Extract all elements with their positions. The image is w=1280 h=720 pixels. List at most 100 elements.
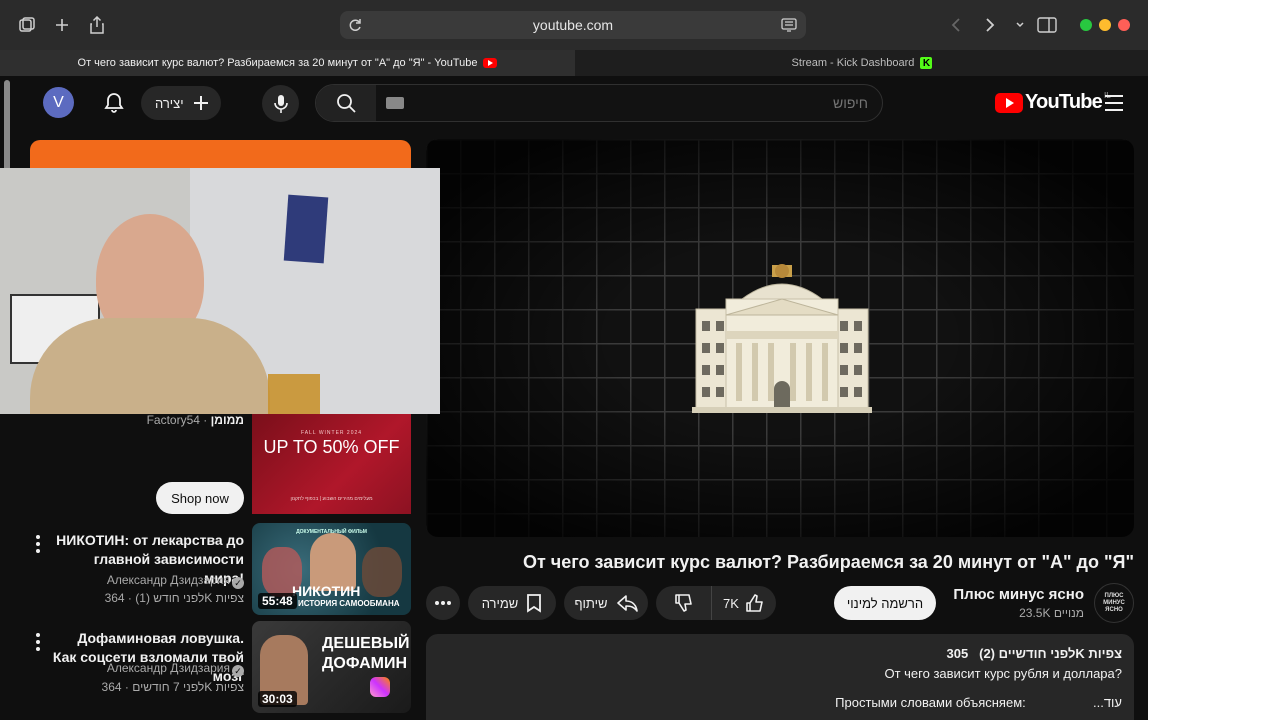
rec-age: לפני חודש (1)	[135, 591, 205, 605]
sidebar-toggle-icon[interactable]	[15, 13, 39, 37]
kebab-menu-icon[interactable]	[34, 633, 42, 651]
verified-icon: ✓	[232, 577, 244, 589]
webcam-glass	[268, 374, 320, 414]
description-line-2: Простыми словами объясняем: ...עוד	[438, 695, 1122, 710]
thumb-line-1: ДЕШЕВЫЙ	[322, 635, 410, 652]
channel-subscribers: 23.5K מנויים	[1019, 606, 1084, 620]
plus-icon	[194, 96, 208, 110]
subscribe-button[interactable]: הרשמה למינוי	[834, 586, 936, 620]
channel-name[interactable]: Плюс минус ясно	[940, 586, 1084, 603]
like-dislike-group: 7K	[656, 586, 776, 620]
youtube-header: V יצירה YouTube IL	[0, 76, 1148, 132]
new-tab-icon[interactable]	[50, 13, 74, 37]
browser-window: youtube.com От чего зависит курс валют? …	[0, 0, 1148, 720]
rec-author-row: Александр Дзидзария ✓	[52, 661, 244, 677]
create-button[interactable]: יצירה	[141, 86, 221, 120]
search-button[interactable]	[316, 85, 376, 121]
description-age: לפני חודשיים (2)	[979, 646, 1076, 661]
ad-headline: UP TO 50% OFF	[263, 437, 400, 457]
search-input[interactable]	[378, 89, 868, 117]
thumbs-up-icon	[746, 594, 763, 612]
tab-kick[interactable]: Stream - Kick Dashboard K	[576, 50, 1148, 76]
description-more-link[interactable]: ...עוד	[1093, 695, 1122, 710]
thumb-subtitle: ИСТОРИЯ САМООБМАНА	[298, 599, 400, 608]
rec-author[interactable]: Александр Дзидзария	[107, 661, 230, 675]
scrollbar[interactable]	[4, 80, 10, 180]
lungs-right	[362, 547, 402, 597]
window-zoom-button[interactable]	[1080, 19, 1092, 31]
shop-now-button[interactable]: Shop now	[156, 482, 244, 514]
share-button[interactable]: שיתוף	[564, 586, 648, 620]
list-item[interactable]: Дофаминовая ловушка. Как соцсети взломал…	[30, 621, 411, 720]
like-button[interactable]: 7K	[712, 586, 776, 620]
channel-avatar-line: ЯСНО	[1105, 606, 1123, 613]
duration-badge: 55:48	[258, 593, 297, 609]
window-close-button[interactable]	[1118, 19, 1130, 31]
rec-author-row: Александр Дзидзария ✓	[52, 573, 244, 589]
reader-icon[interactable]	[780, 16, 798, 34]
tab-title: Stream - Kick Dashboard	[791, 57, 915, 69]
youtube-play-icon	[995, 92, 1023, 113]
logo-text: YouTube	[1025, 91, 1103, 113]
address-url: youtube.com	[532, 17, 614, 33]
tab-bar: От чего зависит курс валют? Разбираемся …	[0, 50, 1148, 76]
search-bar	[315, 84, 883, 122]
thumb-title: НИКОТИН	[292, 583, 361, 599]
share-icon[interactable]	[85, 13, 109, 37]
more-actions-button[interactable]	[426, 586, 460, 620]
browser-toolbar: youtube.com	[0, 0, 1148, 50]
description-text: Простыми словами объясняем:	[835, 695, 1026, 710]
list-item[interactable]: НИКОТИН: от лекарства до главной зависим…	[30, 523, 411, 623]
create-label: יצירה	[155, 95, 184, 111]
chevron-down-icon[interactable]	[1008, 13, 1032, 37]
ad-thumbnail[interactable]: FALL WINTER 2024 UP TO 50% OFF מעלימים מ…	[252, 414, 411, 514]
address-bar[interactable]: youtube.com	[340, 11, 806, 39]
ad-footer: מעלימים מהירים השבוע | בכפוף לתקנון	[290, 496, 373, 502]
back-icon[interactable]	[944, 13, 968, 37]
rec-thumbnail[interactable]: ДЕШЕВЫЙ ДОФАМИН 30:03	[252, 621, 411, 713]
rec-title[interactable]: Дофаминовая ловушка. Как соцсети взломал…	[52, 629, 244, 686]
save-button[interactable]: שמירה	[468, 586, 556, 620]
notifications-bell-icon[interactable]	[102, 91, 126, 115]
sidebar-panel-icon[interactable]	[1035, 13, 1059, 37]
youtube-logo[interactable]: YouTube IL	[995, 91, 1111, 114]
kebab-menu-icon[interactable]	[34, 535, 42, 553]
webcam-hoodie	[30, 318, 270, 414]
video-frame	[426, 139, 1134, 537]
save-label: שמירה	[481, 595, 519, 611]
duration-badge: 30:03	[258, 691, 297, 707]
rec-thumbnail[interactable]: ДОКУМЕНТАЛЬНЫЙ ФИЛЬМ НИКОТИН ИСТОРИЯ САМ…	[252, 523, 411, 615]
description-line: От чего зависит курс рубля и доллара?	[884, 666, 1122, 681]
youtube-favicon-icon	[483, 58, 498, 68]
description-meta: לפני חודשיים (2) 305K צפיות	[438, 646, 1122, 661]
thumb-line-2: ДОФАМИН	[322, 655, 408, 672]
window-minimize-button[interactable]	[1099, 19, 1111, 31]
sponsored-label: ממומן	[210, 413, 244, 427]
thumbs-down-icon	[674, 594, 692, 612]
rec-stats: לפני חודש (1) · 364K צפיות	[104, 591, 244, 605]
channel-avatar[interactable]: ПЛЮС МИНУС ЯСНО	[1094, 583, 1134, 623]
tab-youtube[interactable]: От чего зависит курс валют? Разбираемся …	[0, 50, 575, 76]
sponsor-line: Factory54 · ממומן	[146, 413, 244, 427]
share-label: שיתוף	[574, 595, 608, 611]
video-player[interactable]	[426, 139, 1134, 537]
video-title: От чего зависит курс валют? Разбираемся …	[522, 552, 1134, 572]
avatar[interactable]: V	[43, 87, 74, 118]
dislike-button[interactable]	[656, 586, 712, 620]
voice-search-button[interactable]	[262, 85, 299, 122]
rec-stats: לפני 7 חודשים · 364K צפיות	[101, 680, 244, 694]
channel-avatar-line: ПЛЮС МИНУС	[1103, 592, 1125, 606]
menu-icon[interactable]	[1105, 95, 1123, 111]
description-box[interactable]: לפני חודשיים (2) 305K צפיות От чего зави…	[426, 634, 1134, 720]
rec-author[interactable]: Александр Дзидзария	[107, 573, 230, 587]
search-icon	[337, 94, 356, 113]
instagram-icon	[370, 677, 390, 697]
verified-icon: ✓	[232, 665, 244, 677]
tab-title: От чего зависит курс валют? Разбираемся …	[77, 57, 478, 69]
ad-season: FALL WINTER 2024	[300, 430, 363, 436]
webcam-overlay	[0, 168, 440, 414]
forward-icon[interactable]	[978, 13, 1002, 37]
rec-age: לפני 7 חודשים	[132, 680, 205, 694]
like-count: 7K	[723, 595, 739, 611]
sponsor-name: Factory54	[146, 413, 200, 427]
